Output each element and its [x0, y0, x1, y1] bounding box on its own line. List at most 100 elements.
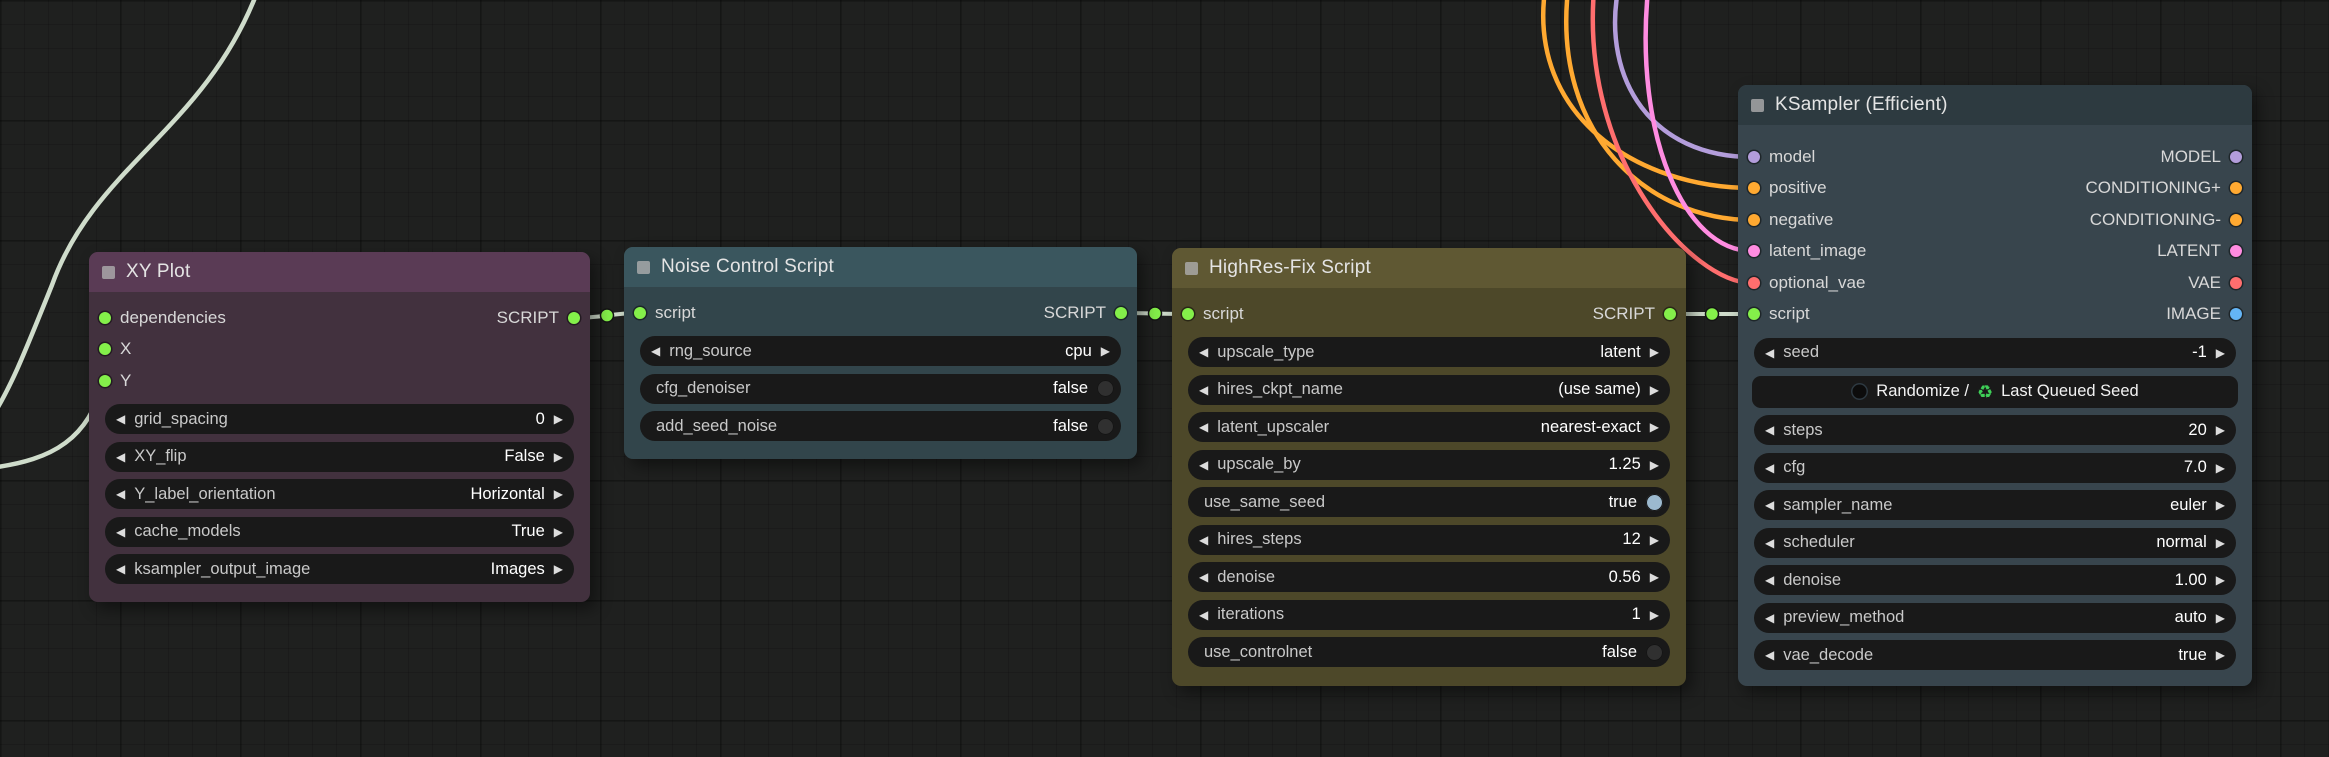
output-dot[interactable]	[1115, 306, 1127, 319]
widget-grid-spacing[interactable]: ◀ grid_spacing 0 ▶	[105, 404, 574, 434]
output-dot[interactable]	[2230, 213, 2242, 226]
arrow-right-icon[interactable]: ▶	[2216, 537, 2225, 549]
arrow-left-icon[interactable]: ◀	[116, 451, 125, 463]
arrow-left-icon[interactable]: ◀	[1765, 462, 1774, 474]
output-dot[interactable]	[2230, 150, 2242, 163]
arrow-left-icon[interactable]: ◀	[1765, 574, 1774, 586]
link-dot[interactable]	[599, 308, 615, 323]
input-dot[interactable]	[1748, 276, 1760, 289]
arrow-right-icon[interactable]: ▶	[1650, 421, 1659, 433]
arrow-right-icon[interactable]: ▶	[554, 451, 563, 463]
arrow-right-icon[interactable]: ▶	[554, 413, 563, 425]
output-dot[interactable]	[1664, 307, 1676, 320]
widget-preview-method[interactable]: ◀ preview_method auto ▶	[1754, 602, 2236, 633]
widget-use-controlnet[interactable]: use_controlnet false	[1188, 637, 1670, 667]
toggle-knob[interactable]	[1646, 493, 1663, 511]
arrow-right-icon[interactable]: ▶	[554, 488, 563, 500]
arrow-left-icon[interactable]: ◀	[116, 413, 125, 425]
widget-xy-flip[interactable]: ◀ XY_flip False ▶	[105, 441, 574, 472]
input-dot[interactable]	[99, 374, 111, 387]
node-xy-plot[interactable]: XY Plot dependencies SCRIPT X Y ◀ grid_s…	[89, 252, 590, 602]
seed-control-button[interactable]: Randomize / ♻ Last Queued Seed	[1752, 375, 2238, 408]
output-dot[interactable]	[2230, 276, 2242, 289]
arrow-right-icon[interactable]: ▶	[2216, 347, 2225, 359]
arrow-right-icon[interactable]: ▶	[1650, 384, 1659, 396]
collapse-icon[interactable]	[1185, 261, 1198, 275]
arrow-left-icon[interactable]: ◀	[116, 488, 125, 500]
arrow-left-icon[interactable]: ◀	[1199, 384, 1208, 396]
arrow-left-icon[interactable]: ◀	[1199, 421, 1208, 433]
widget-hires-steps[interactable]: ◀ hires_steps 12 ▶	[1188, 524, 1670, 555]
arrow-right-icon[interactable]: ▶	[1650, 346, 1659, 358]
widget-upscale-type[interactable]: ◀ upscale_type latent ▶	[1188, 337, 1670, 367]
node-header[interactable]: Noise Control Script	[624, 247, 1137, 287]
widget-upscale-by[interactable]: ◀ upscale_by 1.25 ▶	[1188, 449, 1670, 480]
arrow-right-icon[interactable]: ▶	[1650, 571, 1659, 583]
arrow-right-icon[interactable]: ▶	[554, 563, 563, 575]
arrow-left-icon[interactable]: ◀	[1765, 649, 1774, 661]
arrow-right-icon[interactable]: ▶	[2216, 649, 2225, 661]
node-ksampler-efficient[interactable]: KSampler (Efficient) model MODEL positiv…	[1738, 85, 2252, 686]
widget-cache-models[interactable]: ◀ cache_models True ▶	[105, 516, 574, 547]
widget-y-label-orientation[interactable]: ◀ Y_label_orientation Horizontal ▶	[105, 479, 574, 509]
widget-use-same-seed[interactable]: use_same_seed true	[1188, 487, 1670, 517]
arrow-left-icon[interactable]: ◀	[1199, 534, 1208, 546]
input-dot[interactable]	[1748, 308, 1760, 321]
arrow-left-icon[interactable]: ◀	[116, 563, 125, 575]
arrow-right-icon[interactable]: ▶	[1650, 459, 1659, 471]
output-dot[interactable]	[2230, 245, 2242, 258]
arrow-left-icon[interactable]: ◀	[651, 345, 660, 357]
widget-denoise[interactable]: ◀ denoise 0.56 ▶	[1188, 562, 1670, 592]
arrow-right-icon[interactable]: ▶	[1650, 534, 1659, 546]
widget-seed[interactable]: ◀ seed -1 ▶	[1754, 337, 2236, 368]
output-dot[interactable]	[2230, 308, 2242, 321]
arrow-left-icon[interactable]: ◀	[1765, 612, 1774, 624]
arrow-right-icon[interactable]: ▶	[2216, 462, 2225, 474]
arrow-left-icon[interactable]: ◀	[1765, 537, 1774, 549]
toggle-knob[interactable]	[1646, 643, 1663, 661]
widget-latent-upscaler[interactable]: ◀ latent_upscaler nearest-exact ▶	[1188, 412, 1670, 442]
arrow-right-icon[interactable]: ▶	[2216, 424, 2225, 436]
node-header[interactable]: XY Plot	[89, 252, 590, 292]
widget-iterations[interactable]: ◀ iterations 1 ▶	[1188, 599, 1670, 630]
input-dot[interactable]	[99, 343, 111, 356]
arrow-right-icon[interactable]: ▶	[2216, 612, 2225, 624]
link-dot[interactable]	[1704, 306, 1720, 322]
widget-steps[interactable]: ◀ steps 20 ▶	[1754, 415, 2236, 445]
arrow-right-icon[interactable]: ▶	[1650, 609, 1659, 621]
widget-cfg[interactable]: ◀ cfg 7.0 ▶	[1754, 452, 2236, 483]
arrow-right-icon[interactable]: ▶	[2216, 574, 2225, 586]
arrow-left-icon[interactable]: ◀	[1199, 571, 1208, 583]
widget-add-seed-noise[interactable]: add_seed_noise false	[640, 411, 1121, 441]
output-dot[interactable]	[568, 311, 580, 324]
widget-cfg-denoiser[interactable]: cfg_denoiser false	[640, 373, 1121, 404]
arrow-left-icon[interactable]: ◀	[1199, 346, 1208, 358]
input-dot[interactable]	[1748, 150, 1760, 163]
input-dot[interactable]	[1748, 245, 1760, 258]
arrow-left-icon[interactable]: ◀	[1765, 424, 1774, 436]
node-highres-fix-script[interactable]: HighRes-Fix Script script SCRIPT ◀ upsca…	[1172, 248, 1686, 686]
widget-hires-ckpt-name[interactable]: ◀ hires_ckpt_name (use same) ▶	[1188, 374, 1670, 405]
widget-vae-decode[interactable]: ◀ vae_decode true ▶	[1754, 640, 2236, 670]
arrow-left-icon[interactable]: ◀	[116, 526, 125, 538]
toggle-knob[interactable]	[1097, 380, 1114, 397]
collapse-icon[interactable]	[102, 265, 115, 279]
widget-sampler-name[interactable]: ◀ sampler_name euler ▶	[1754, 490, 2236, 520]
collapse-icon[interactable]	[637, 260, 650, 274]
widget-denoise[interactable]: ◀ denoise 1.00 ▶	[1754, 565, 2236, 595]
widget-ksampler-output-image[interactable]: ◀ ksampler_output_image Images ▶	[105, 554, 574, 584]
input-dot[interactable]	[99, 311, 111, 324]
input-dot[interactable]	[1182, 307, 1194, 320]
arrow-left-icon[interactable]: ◀	[1199, 609, 1208, 621]
arrow-right-icon[interactable]: ▶	[1101, 345, 1110, 357]
node-graph-canvas[interactable]: XY Plot dependencies SCRIPT X Y ◀ grid_s…	[0, 0, 2329, 757]
input-dot[interactable]	[634, 306, 646, 319]
input-dot[interactable]	[1748, 182, 1760, 195]
input-dot[interactable]	[1748, 213, 1760, 226]
output-dot[interactable]	[2230, 182, 2242, 195]
arrow-right-icon[interactable]: ▶	[554, 526, 563, 538]
arrow-right-icon[interactable]: ▶	[2216, 499, 2225, 511]
arrow-left-icon[interactable]: ◀	[1765, 499, 1774, 511]
collapse-icon[interactable]	[1751, 98, 1764, 112]
arrow-left-icon[interactable]: ◀	[1199, 459, 1208, 471]
